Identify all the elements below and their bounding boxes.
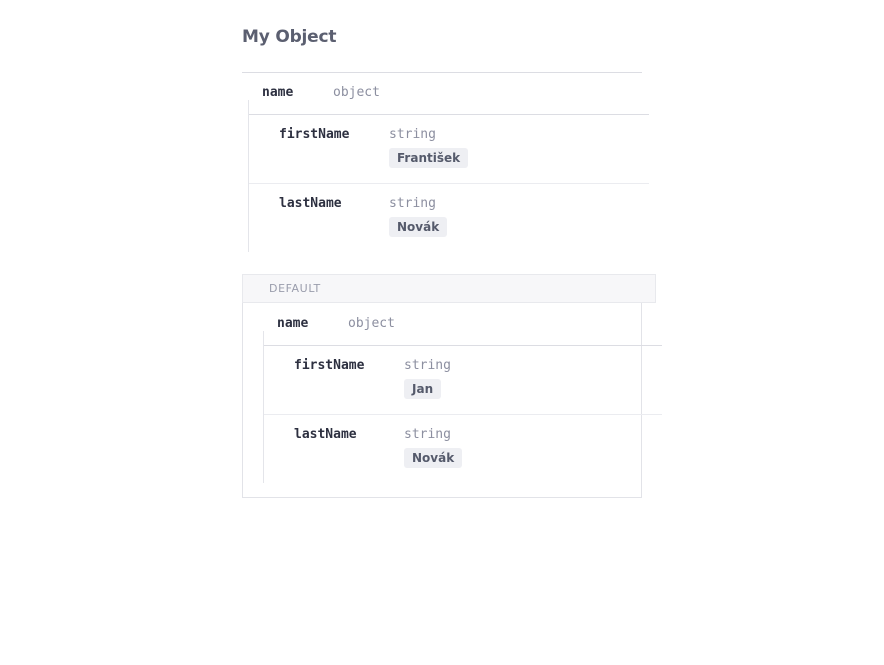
property-name[interactable]: lastName <box>279 196 342 211</box>
property-type: string <box>389 196 436 211</box>
default-property-value-tag: Jan <box>404 379 442 399</box>
default-root-divider <box>264 345 662 346</box>
default-tree-line <box>263 331 264 483</box>
default-property-name[interactable]: lastName <box>294 427 357 442</box>
default-property-value-tag: Novák <box>404 448 463 468</box>
page-title: My Object <box>242 27 337 47</box>
default-property-type: string <box>404 358 451 373</box>
default-root-property-name[interactable]: name <box>277 316 308 331</box>
schema-top-divider <box>242 72 642 73</box>
default-property-name[interactable]: firstName <box>294 358 364 373</box>
default-row-divider <box>264 414 662 415</box>
schema-tree-line <box>248 100 249 252</box>
property-name[interactable]: firstName <box>279 127 349 142</box>
row-divider <box>249 183 649 184</box>
default-root-property-type: object <box>348 316 395 331</box>
root-property-type: object <box>333 85 380 100</box>
property-type: string <box>389 127 436 142</box>
property-value-tag: František <box>389 148 469 168</box>
default-label: DEFAULT <box>269 282 321 295</box>
property-value-tag: Novák <box>389 217 448 237</box>
default-property-type: string <box>404 427 451 442</box>
root-property-name[interactable]: name <box>262 85 293 100</box>
root-divider <box>249 114 649 115</box>
